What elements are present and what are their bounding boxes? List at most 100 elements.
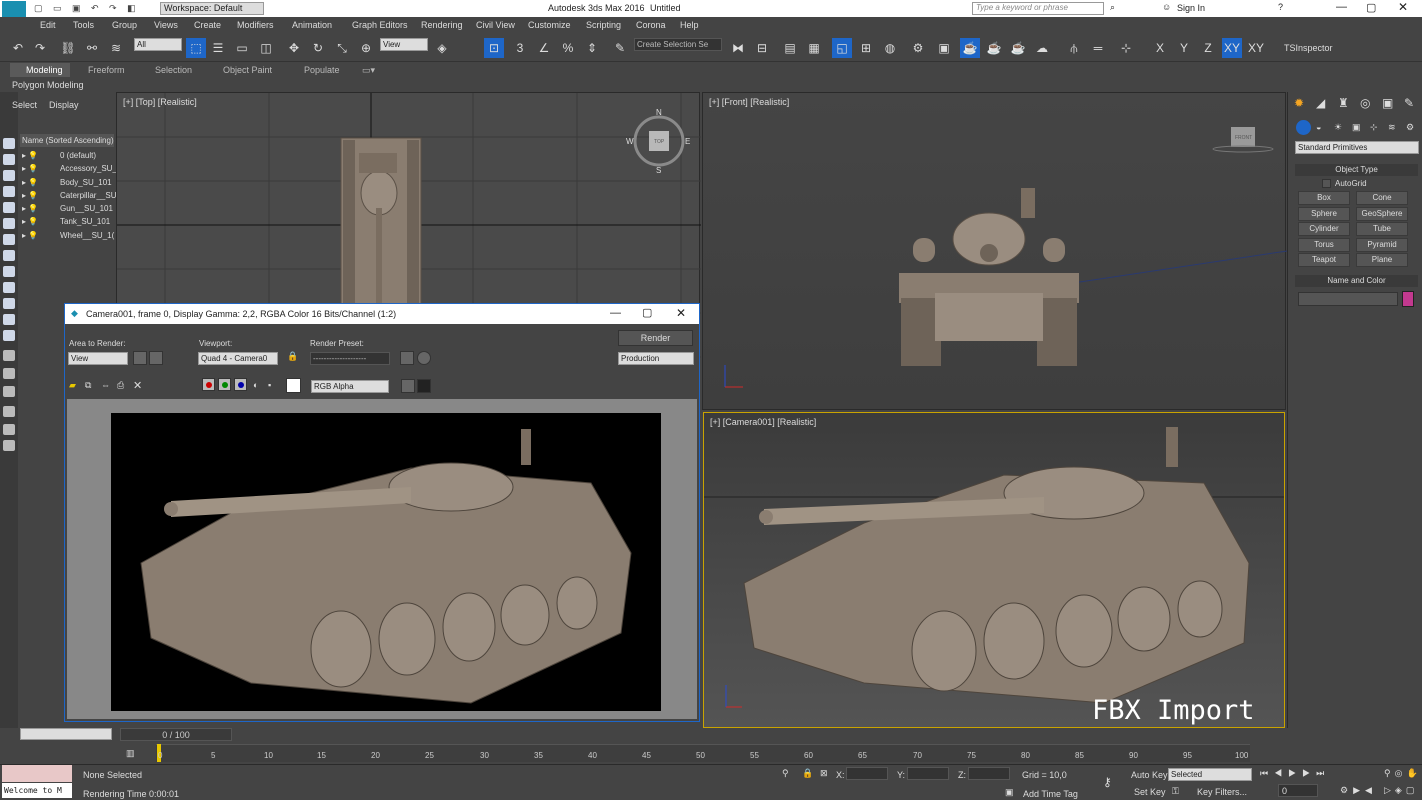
list-item[interactable]: 0 (default) [60, 151, 96, 160]
toggle-ribbon-icon[interactable]: ▦ [804, 38, 824, 58]
render-iterative-icon[interactable]: ☕ [984, 38, 1004, 58]
scene-expand-icon[interactable]: ▸ 💡 [22, 151, 38, 160]
reference-coordinate-system[interactable]: View [380, 38, 428, 51]
lights-category-icon[interactable]: ☀ [1334, 122, 1342, 133]
x-coordinate-field[interactable] [846, 767, 888, 780]
menu-rendering[interactable]: Rendering [421, 20, 463, 30]
cone-button[interactable]: Cone [1356, 191, 1408, 205]
maxscript-input[interactable]: Welcome to M [2, 783, 72, 798]
display-hidden-icon[interactable] [3, 314, 15, 325]
pyramid-button[interactable]: Pyramid [1356, 238, 1408, 252]
render-setup-icon[interactable]: ⚙ [908, 38, 928, 58]
display-groups-icon[interactable] [3, 234, 15, 245]
modify-tab-icon[interactable]: ◢ [1316, 96, 1325, 110]
pivot-center-icon[interactable]: ◈ [432, 38, 452, 58]
plane-button[interactable]: Plane [1356, 253, 1408, 267]
manipulate-icon[interactable]: ⊡ [484, 38, 504, 58]
mirror-icon[interactable]: ⧓ [728, 38, 748, 58]
list-item[interactable]: Body_SU_101 [60, 178, 112, 187]
menu-help[interactable]: Help [680, 20, 699, 30]
auto-key-button[interactable]: Auto Key [1131, 770, 1168, 780]
viewport-nav-icons-2[interactable]: ▷◈▢ [1384, 785, 1418, 796]
scene-expand-icon[interactable]: ▸ 💡 [22, 204, 38, 213]
tube-button[interactable]: Tube [1356, 222, 1408, 236]
time-slider[interactable]: 0 / 100 [120, 728, 232, 741]
primitive-type-select[interactable]: Standard Primitives [1295, 141, 1419, 154]
scene-tab-select[interactable]: Select [12, 100, 37, 110]
align-icon[interactable]: ⊟ [752, 38, 772, 58]
render-maximize-button[interactable]: ▢ [642, 306, 652, 319]
axis-xy[interactable]: XY [1222, 38, 1242, 58]
key-filters-icon[interactable]: ⚿ [1172, 786, 1179, 797]
utilities-tab-icon[interactable]: ✎ [1404, 96, 1414, 110]
rotate-icon[interactable]: ↻ [308, 38, 328, 58]
close-button[interactable]: ✕ [1398, 0, 1408, 14]
geometry-category-icon[interactable] [1296, 120, 1311, 135]
menu-animation[interactable]: Animation [292, 20, 332, 30]
tsinspector-button[interactable]: TSInspector [1284, 43, 1333, 53]
filter-icon[interactable] [3, 406, 15, 417]
layer-icon[interactable] [3, 424, 15, 435]
tab-object-paint[interactable]: Object Paint [223, 65, 272, 75]
box-button[interactable]: Box [1298, 191, 1350, 205]
viewport-label-top[interactable]: [+] [Top] [Realistic] [123, 97, 197, 107]
render-production-icon[interactable]: ☕ [960, 38, 980, 58]
tab-freeform[interactable]: Freeform [88, 65, 125, 75]
spinner-snap-icon[interactable]: ⇕ [582, 38, 602, 58]
display-xrefs-icon[interactable] [3, 250, 15, 261]
area-to-render-select[interactable]: View [68, 352, 128, 365]
playback-controls[interactable]: ⏮◀▶▶⏭ [1260, 768, 1330, 779]
menu-group[interactable]: Group [112, 20, 137, 30]
print-image-icon[interactable]: ⎙ [117, 380, 124, 391]
axis-xy-cycle[interactable]: XY [1246, 38, 1266, 58]
red-channel-icon[interactable] [202, 378, 215, 391]
maxscript-listener[interactable] [2, 765, 72, 782]
ribbon-subtab[interactable]: Polygon Modeling [12, 80, 84, 90]
link-icon[interactable]: ⛓ [58, 38, 78, 58]
motion-tab-icon[interactable]: ◎ [1360, 96, 1370, 110]
window-crossing-icon[interactable]: ◫ [256, 38, 276, 58]
sync-selection-icon[interactable] [3, 386, 15, 397]
set-key-button[interactable]: Set Key [1134, 787, 1166, 797]
sign-in-link[interactable]: Sign In [1177, 3, 1205, 13]
percent-snap-icon[interactable]: % [558, 38, 578, 58]
render-window-titlebar[interactable]: ◆ Camera001, frame 0, Display Gamma: 2,2… [65, 304, 699, 324]
unlink-icon[interactable]: ⚯ [82, 38, 102, 58]
toggle-ui-icon[interactable] [417, 379, 431, 393]
menu-graph-editors[interactable]: Graph Editors [352, 20, 408, 30]
rendered-frame-window-icon[interactable]: ▣ [934, 38, 954, 58]
viewport-label-front[interactable]: [+] [Front] [Realistic] [709, 97, 789, 107]
autogrid-checkbox[interactable] [1322, 179, 1331, 188]
axis-y[interactable]: Y [1174, 38, 1194, 58]
search-icon[interactable]: ⌕ [1110, 2, 1115, 13]
place-icon[interactable]: ⊕ [356, 38, 376, 58]
render-mode-select[interactable]: Production [618, 352, 694, 365]
mini-curve-editor-icon[interactable]: ▥ [126, 748, 135, 759]
torus-button[interactable]: Torus [1298, 238, 1350, 252]
viewport-nav-icons[interactable]: ⚲◎✋ [1384, 768, 1422, 779]
cameras-category-icon[interactable]: ▣ [1352, 122, 1361, 133]
menu-views[interactable]: Views [154, 20, 178, 30]
menu-customize[interactable]: Customize [528, 20, 571, 30]
menu-corona[interactable]: Corona [636, 20, 666, 30]
viewport-select[interactable]: Quad 4 - Camera0 [198, 352, 278, 365]
scale-icon[interactable]: ⤡ [332, 38, 352, 58]
list-item[interactable]: Wheel__SU_1( [60, 231, 114, 240]
tab-modeling[interactable]: Modeling [26, 65, 63, 75]
scene-tab-display[interactable]: Display [49, 100, 79, 110]
isolate-icon[interactable]: ⚲ [782, 768, 789, 779]
display-none-icon[interactable] [3, 350, 15, 361]
ruler-icon[interactable]: ═ [1088, 38, 1108, 58]
lock-icon[interactable]: 🔒 [287, 351, 298, 362]
minimize-button[interactable]: — [1336, 1, 1347, 13]
display-helpers-icon[interactable] [3, 202, 15, 213]
display-cameras-icon[interactable] [3, 186, 15, 197]
snap-grid-icon[interactable]: ⊹ [1116, 38, 1136, 58]
clear-image-icon[interactable]: ✕ [133, 379, 142, 392]
scene-expand-icon[interactable]: ▸ 💡 [22, 178, 38, 187]
move-icon[interactable]: ✥ [284, 38, 304, 58]
name-color-rollout[interactable]: Name and Color [1295, 275, 1418, 287]
schematic-view-icon[interactable]: ⊞ [856, 38, 876, 58]
green-channel-icon[interactable] [218, 378, 231, 391]
display-lights-icon[interactable] [3, 170, 15, 181]
